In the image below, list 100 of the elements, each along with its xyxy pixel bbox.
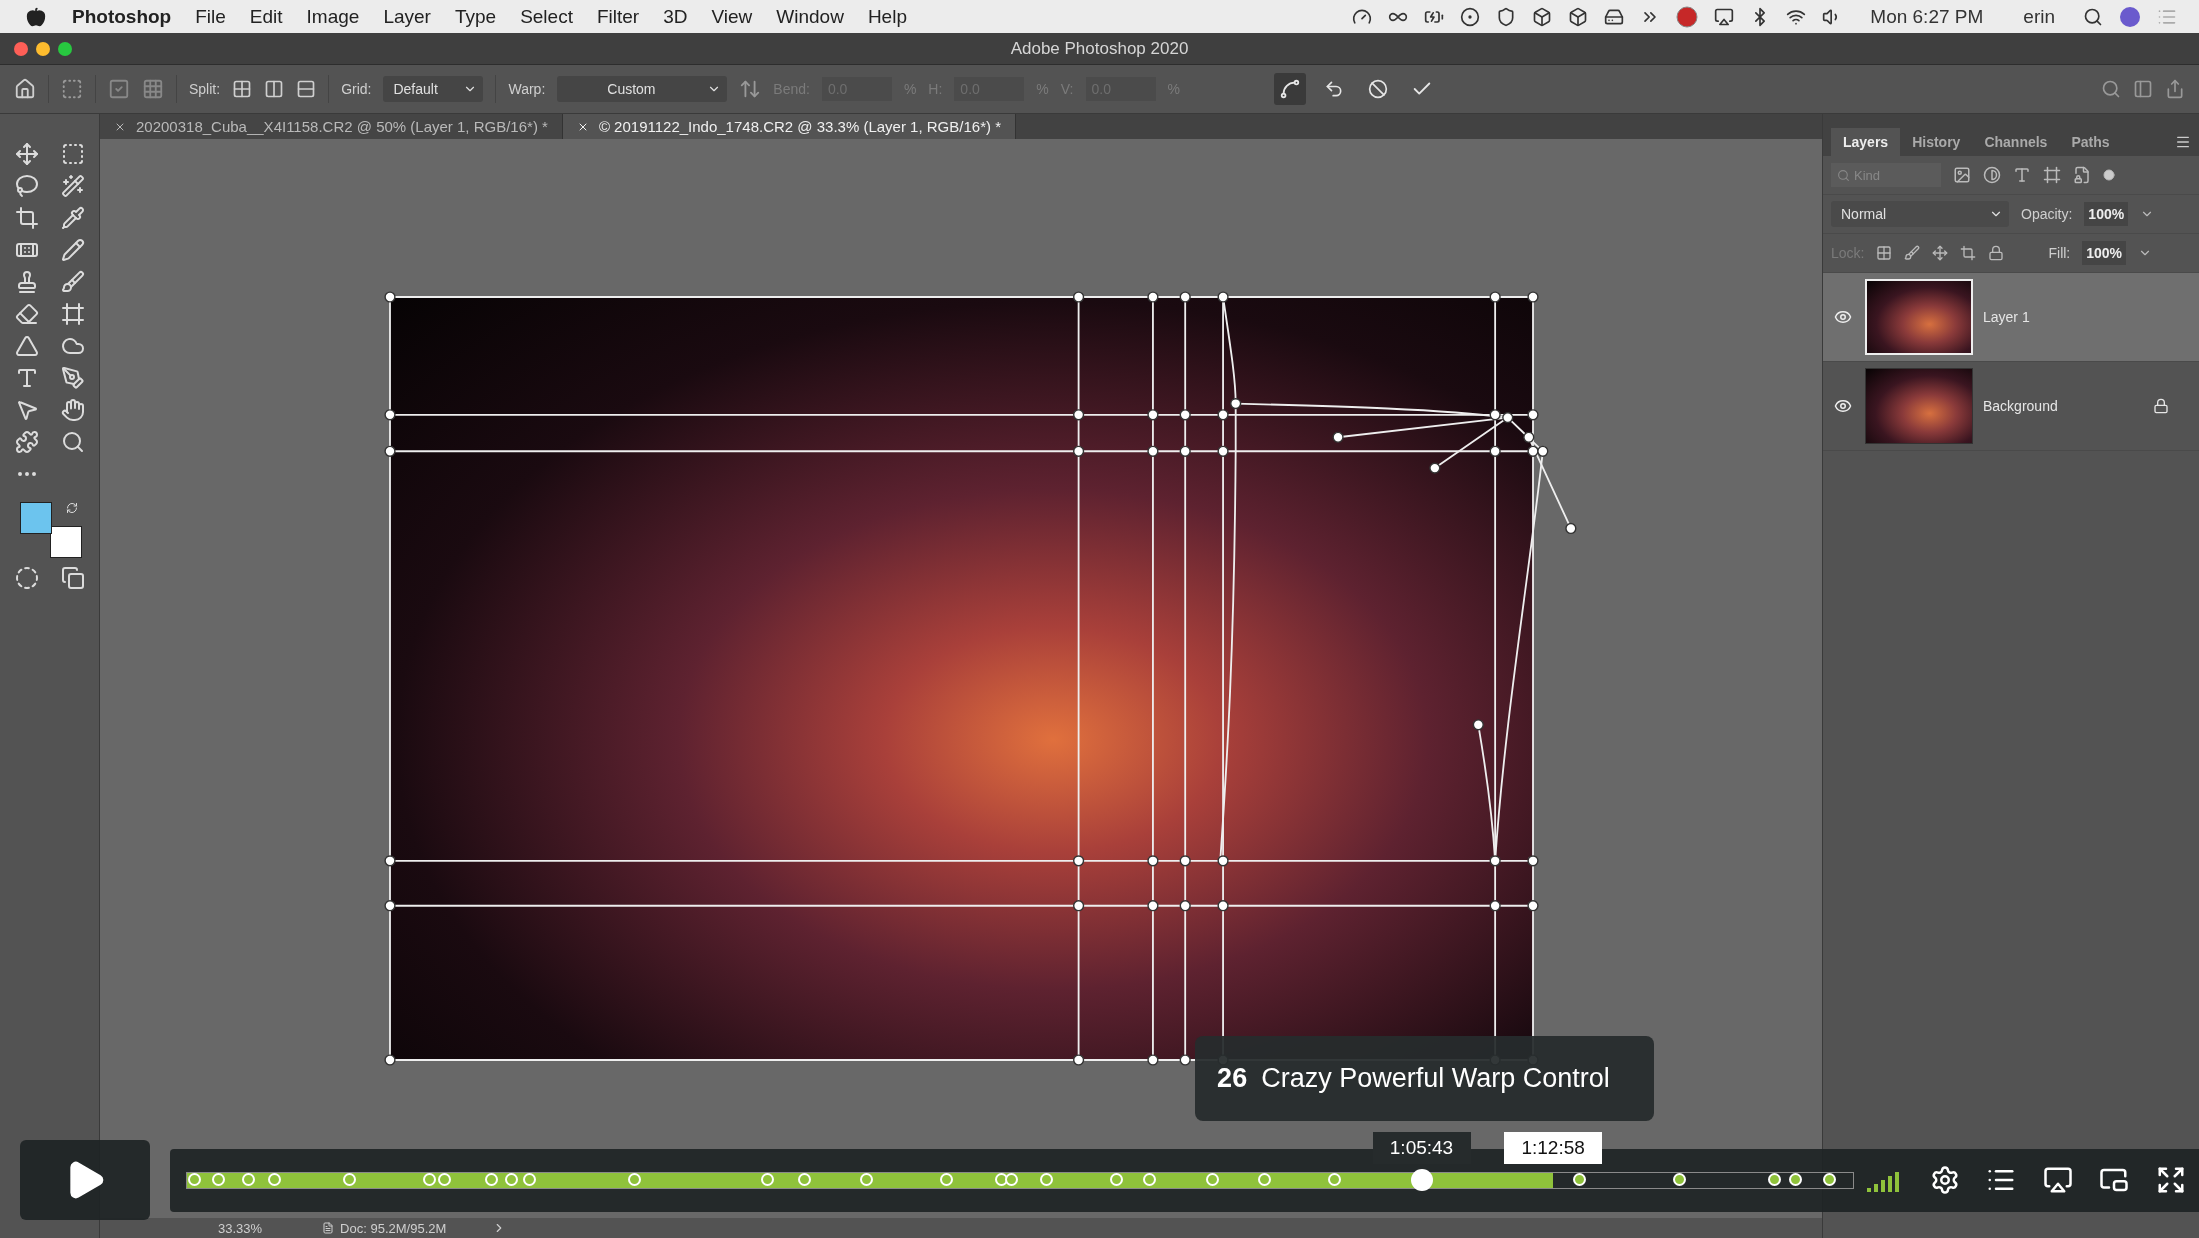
menu-item[interactable]: Select	[508, 5, 585, 28]
app-menu[interactable]: Photoshop	[60, 5, 184, 28]
eye-icon[interactable]	[1834, 308, 1852, 326]
box-icon[interactable]	[1532, 6, 1553, 27]
lock-all-icon[interactable]	[1988, 245, 2005, 261]
chapter-marker[interactable]	[1672, 1173, 1686, 1186]
chapter-number: 26	[1217, 1062, 1248, 1094]
workspace-icon[interactable]	[2133, 79, 2153, 99]
shield-icon[interactable]	[1496, 6, 1517, 27]
adjustment-filter-icon[interactable]	[1983, 166, 2001, 184]
color-swatch[interactable]	[49, 526, 82, 558]
quick-select-icon[interactable]	[60, 174, 85, 198]
search-icon[interactable]	[2083, 6, 2103, 27]
apple-icon[interactable]	[26, 6, 46, 27]
settings-icon[interactable]	[1929, 1165, 1960, 1195]
color-swatch[interactable]	[19, 502, 52, 534]
triangle-icon[interactable]	[14, 334, 39, 358]
checkbox-icon[interactable]	[108, 78, 130, 100]
shape-filter-icon[interactable]	[2043, 166, 2061, 184]
circle-dot-icon[interactable]	[1460, 6, 1481, 27]
document-icon	[322, 1222, 335, 1234]
panel-tab[interactable]: Channels	[1972, 128, 2060, 156]
swap-colors-icon[interactable]	[65, 502, 78, 514]
menu-icon[interactable]	[2175, 134, 2191, 150]
menu-clock[interactable]: Mon 6:27 PM	[1858, 5, 1996, 28]
siri-icon[interactable]	[2119, 5, 2141, 28]
brush-icon[interactable]	[60, 270, 85, 294]
panel-tab[interactable]: History	[1900, 128, 1973, 156]
smart-object-filter-icon[interactable]	[2073, 166, 2091, 184]
panel-tab[interactable]: Paths	[2059, 128, 2122, 156]
grid-label: Grid:	[341, 81, 372, 97]
playhead-thumb[interactable]	[1410, 1169, 1433, 1191]
undo-icon[interactable]	[1323, 79, 1344, 99]
split-cross-icon[interactable]	[232, 79, 253, 99]
crop-icon[interactable]	[14, 206, 39, 230]
menu-item[interactable]: File	[183, 5, 238, 28]
move-icon[interactable]	[14, 142, 39, 166]
close-button[interactable]	[14, 41, 28, 56]
blend-mode-dropdown[interactable]: Normal	[1831, 201, 2009, 227]
zoom-icon[interactable]	[60, 430, 85, 454]
panel-tab[interactable]: Layers	[1831, 128, 1901, 156]
chapter-marker[interactable]	[1572, 1173, 1586, 1186]
zoom-button[interactable]	[58, 41, 72, 56]
chapter-marker[interactable]	[1767, 1173, 1781, 1186]
tab-label[interactable]: © 20191122_Indo_1748.CR2 @ 33.3% (Layer 1, RGB/16*) *	[598, 118, 1001, 135]
document-tab[interactable]: © 20191122_Indo_1748.CR2 @ 33.3% (Layer 1, RGB/16*) *	[562, 114, 1016, 139]
warp-dropdown[interactable]: Custom	[557, 76, 728, 102]
airplay-icon[interactable]	[1714, 6, 1735, 27]
menu-item[interactable]: Help	[855, 5, 919, 28]
lock-icon[interactable]	[2153, 398, 2169, 414]
chapter-marker[interactable]	[1789, 1173, 1803, 1186]
quick-mask-icon[interactable]	[14, 566, 39, 590]
minimize-button[interactable]	[36, 41, 50, 56]
chapter-marker[interactable]	[1822, 1173, 1836, 1186]
split-vertical-icon[interactable]	[264, 79, 285, 99]
layer-row[interactable]: Layer 1	[1823, 273, 2199, 362]
menu-item[interactable]: Window	[764, 5, 856, 28]
lock-artboard-icon[interactable]	[1960, 245, 1977, 261]
type-filter-icon[interactable]	[2013, 166, 2031, 184]
custom-shape-icon[interactable]	[14, 430, 39, 454]
airplay-icon[interactable]	[2042, 1165, 2073, 1195]
warp-orientation-icon[interactable]	[739, 78, 762, 100]
fill-field[interactable]: 100%	[2082, 241, 2127, 265]
lasso-icon[interactable]	[14, 174, 39, 198]
tab-label[interactable]: 20200318_Cuba__X4I1158.CR2 @ 50% (Layer 1, RGB/16*) *	[136, 118, 548, 135]
eye-icon[interactable]	[1834, 397, 1852, 415]
layer-row[interactable]: Background	[1823, 362, 2199, 451]
eraser-icon[interactable]	[14, 302, 39, 326]
split-horizontal-icon[interactable]	[296, 79, 317, 99]
play-button[interactable]	[20, 1140, 150, 1220]
marquee-icon[interactable]	[60, 142, 85, 166]
home-icon[interactable]	[14, 78, 36, 100]
menu-item[interactable]: Type	[442, 5, 509, 28]
hand-icon[interactable]	[60, 398, 85, 422]
unit-label: %	[1167, 81, 1180, 97]
share-icon[interactable]	[2165, 79, 2185, 99]
menu-item[interactable]: Filter	[584, 5, 652, 28]
filter-toggle-icon[interactable]	[2103, 169, 2115, 181]
box-icon[interactable]	[1568, 6, 1589, 27]
cancel-icon[interactable]	[1367, 79, 1388, 99]
menu-item[interactable]: 3D	[651, 5, 700, 28]
eyedropper-icon[interactable]	[60, 206, 85, 230]
menu-item[interactable]: Image	[294, 5, 372, 28]
image-filter-icon[interactable]	[1953, 166, 1971, 184]
screen-mode-icon[interactable]	[60, 566, 85, 590]
layer-name: Layer 1	[1983, 309, 2031, 325]
lock-paint-icon[interactable]	[1904, 245, 1921, 261]
window-title: Adobe Photoshop 2020	[1009, 38, 1190, 59]
user-name[interactable]: erin	[2011, 5, 2067, 28]
menu-item[interactable]: Layer	[371, 5, 443, 28]
opacity-field[interactable]: 100%	[2084, 202, 2129, 226]
record-icon[interactable]	[1676, 5, 1699, 28]
lock-position-icon[interactable]	[1932, 245, 1949, 261]
lock-pixels-icon[interactable]	[1876, 245, 1893, 261]
pencil-icon[interactable]	[60, 238, 85, 262]
menu-item[interactable]: Edit	[237, 5, 295, 28]
transform-icon[interactable]	[61, 78, 83, 100]
grid-dropdown[interactable]: Default	[383, 76, 484, 102]
pen-icon[interactable]	[60, 366, 85, 390]
menu-item[interactable]: View	[699, 5, 765, 28]
